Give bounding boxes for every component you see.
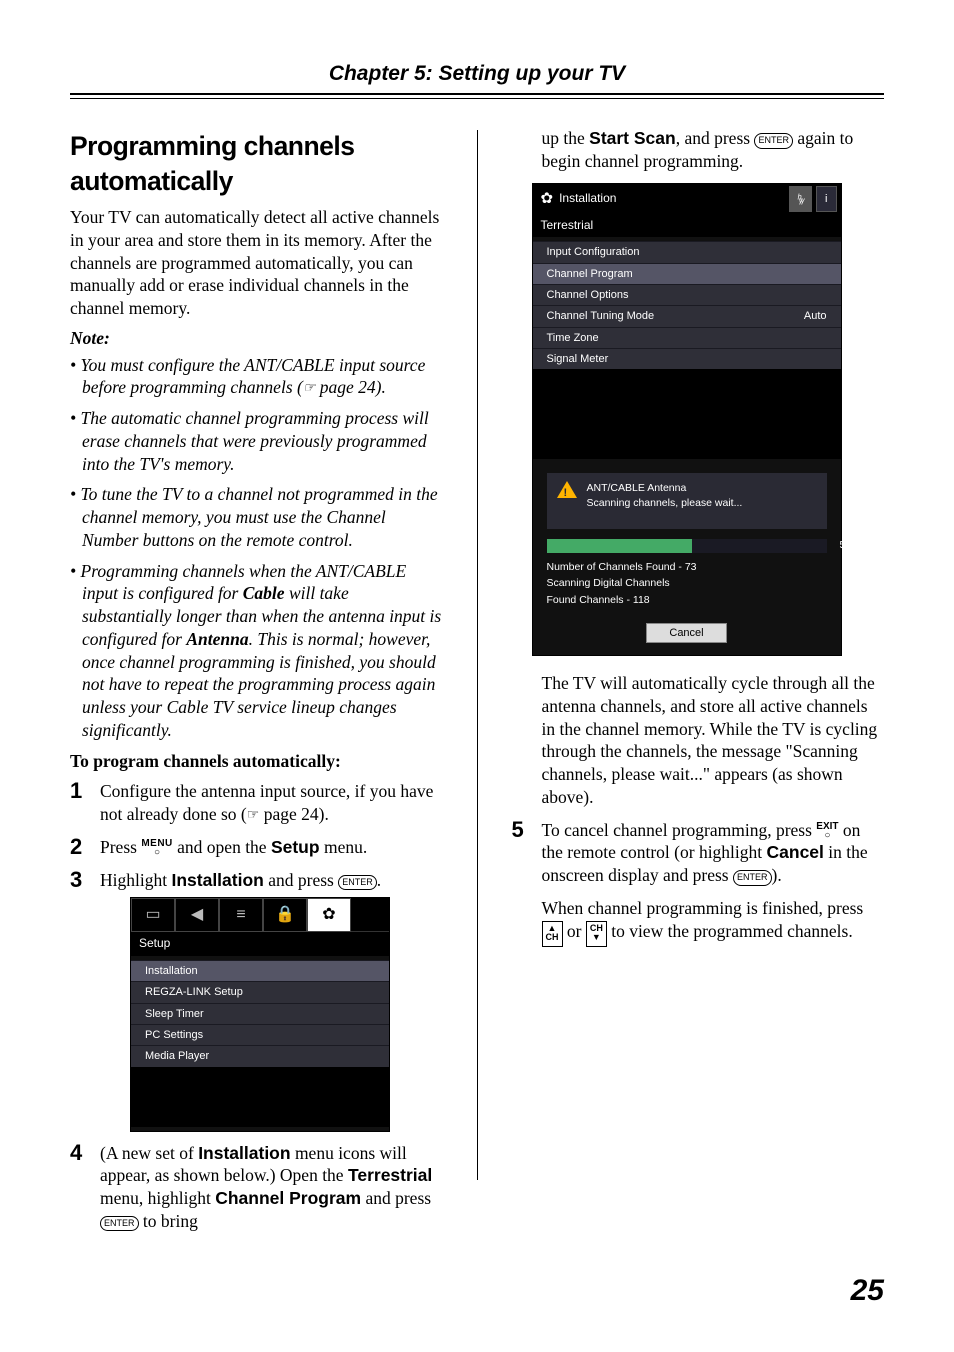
menu-item-channel-program: Channel Program [533,263,841,284]
progress-bar: 52% [547,539,827,553]
exit-button-icon: EXIT○ [816,822,838,841]
step-3: Highlight Installation and press ENTER. … [70,869,443,1132]
alert-box: ! ANT/CABLE Antenna Scanning channels, p… [547,473,827,528]
left-column: Programming channels automatically Your … [70,123,443,1242]
panel-title: Installation [559,191,616,207]
menu-item-pc-settings: PC Settings [131,1024,389,1045]
pointer-icon: ☞ [303,379,316,395]
column-divider [477,130,478,1180]
cancel-button[interactable]: Cancel [646,623,726,643]
enter-button-icon: ENTER [754,133,793,149]
note-list: You must configure the ANT/CABLE input s… [70,354,443,742]
tab-setup-icon: ✿ [307,898,351,932]
alert-line-2: Scanning channels, please wait... [587,496,817,511]
stat-channels-found: Number of Channels Found - 73 [547,559,827,576]
progress-percent: 52% [839,539,860,553]
section-heading: Programming channels automatically [70,129,443,198]
step-4-result-paragraph: The TV will automatically cycle through … [512,672,885,809]
progress-fill [547,539,693,553]
menu-button-icon: MENU○ [141,839,172,858]
menu-item-media-player: Media Player [131,1045,389,1066]
tab-picture-icon: ▭ [131,898,175,932]
tab-antenna-icon: ʰᵧᵧ [789,186,812,212]
menu-item-signal-meter: Signal Meter [533,348,841,369]
step-list-continued: To cancel channel programming, press EXI… [512,819,885,947]
installation-menu-list: Input Configuration Channel Program Chan… [533,237,841,463]
right-column: up the Start Scan, and press ENTER again… [512,123,885,1242]
intro-paragraph: Your TV can automatically detect all act… [70,206,443,320]
setup-menu-screenshot: ▭ ◀ ≡ 🔒 ✿ Setup Installation REGZA-LINK … [130,897,390,1131]
section-label-terrestrial: Terrestrial [533,214,841,238]
section-label: Setup [131,932,389,956]
pointer-icon: ☞ [247,806,260,822]
divider-thick [70,93,884,95]
step-4: (A new set of Installation menu icons wi… [70,1142,443,1233]
menu-item-channel-tuning: Channel Tuning ModeAuto [533,305,841,326]
step-4-continued: up the Start Scan, and press ENTER again… [512,127,885,173]
menu-item-time-zone: Time Zone [533,327,841,348]
title-row: ✿ Installation ʰᵧᵧ i [533,184,841,214]
tab-sound-icon: ◀ [175,898,219,932]
menu-item-installation: Installation [131,960,389,981]
chapter-title: Chapter 5: Setting up your TV [0,0,954,93]
step-2: Press MENU○ and open the Setup menu. [70,836,443,859]
tab-lock-icon: 🔒 [263,898,307,932]
tab-info-icon: i [816,186,836,212]
scan-stats: Number of Channels Found - 73 Scanning D… [547,559,827,609]
note-item: To tune the TV to a channel not programm… [70,483,443,551]
menu-item-sleep-timer: Sleep Timer [131,1003,389,1024]
step-1: Configure the antenna input source, if y… [70,780,443,826]
step-list: Configure the antenna input source, if y… [70,780,443,1232]
note-label: Note: [70,327,443,350]
note-item: The automatic channel programming proces… [70,407,443,475]
gear-icon: ✿ [541,189,554,209]
menu-item-input-config: Input Configuration [533,241,841,262]
enter-button-icon: ENTER [100,1216,139,1232]
step-5: To cancel channel programming, press EXI… [512,819,885,947]
menu-item-channel-options: Channel Options [533,284,841,305]
enter-button-icon: ENTER [338,875,377,891]
tab-preferences-icon: ≡ [219,898,263,932]
enter-button-icon: ENTER [733,870,772,886]
setup-menu-list: Installation REGZA-LINK Setup Sleep Time… [131,956,389,1130]
procedure-heading: To program channels automatically: [70,750,443,773]
note-item: You must configure the ANT/CABLE input s… [70,354,443,400]
note-item: Programming channels when the ANT/CABLE … [70,560,443,742]
channel-up-icon [542,921,563,947]
divider-thin [70,98,884,99]
menu-item-regza-link: REGZA-LINK Setup [131,981,389,1002]
stat-found-channels: Found Channels - 118 [547,592,827,609]
alert-line-1: ANT/CABLE Antenna [587,481,817,496]
page-number: 25 [851,1271,884,1310]
tab-row: ▭ ◀ ≡ 🔒 ✿ [131,898,389,932]
installation-menu-screenshot: ✿ Installation ʰᵧᵧ i Terrestrial Input C… [532,183,842,656]
stat-scanning-digital: Scanning Digital Channels [547,575,827,592]
channel-down-icon [586,921,607,947]
